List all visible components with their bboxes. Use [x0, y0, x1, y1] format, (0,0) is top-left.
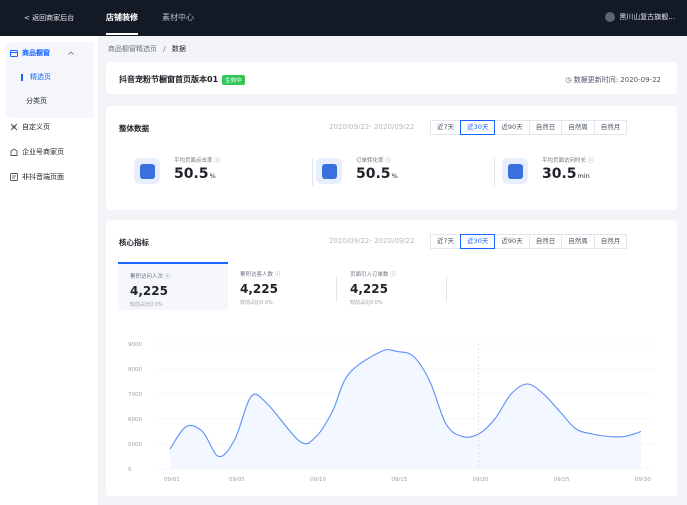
shop-account[interactable]: 黑川山复古旗舰... [605, 12, 675, 22]
divider [494, 158, 495, 186]
range-month-button[interactable]: 自然月 [593, 120, 628, 135]
range-week-button[interactable]: 自然周 [561, 120, 595, 135]
breadcrumb: 商品橱窗精选页 / 数据 [108, 44, 186, 54]
divider [312, 158, 313, 186]
x-tick-label: 09/05 [229, 477, 245, 483]
sidebar-item-label: 自定义页 [22, 123, 50, 131]
sidebar-item-featured-page[interactable]: 精选页 [26, 72, 51, 82]
x-tick-label: 09/01 [164, 477, 180, 483]
core-metrics-card: 核心指标 2020/09/22- 2020/09/22 近7天 近30天 近90… [106, 220, 677, 496]
sidebar-item-label: 商品橱窗 [22, 49, 50, 57]
y-tick-label: 5000 [128, 442, 142, 448]
top-navbar: < 返回商家后台 店铺装修 素材中心 黑川山复古旗舰... [0, 0, 687, 36]
back-to-merchant-link[interactable]: < 返回商家后台 [24, 13, 74, 23]
range-30d-button[interactable]: 近30天 [460, 234, 496, 249]
sidebar-item-label: 企业号商家页 [22, 148, 64, 156]
x-tick-label: 09/20 [473, 477, 489, 483]
breadcrumb-separator: / [163, 45, 166, 53]
kpi-value: 50.5% [174, 166, 216, 182]
sidebar-item-category-page[interactable]: 分类页 [26, 96, 47, 106]
sidebar-item-non-douyin-page[interactable]: 非抖音端页面 [10, 172, 64, 182]
overview-card: 整体数据 2020/09/22- 2020/09/22 近7天 近30天 近90… [106, 106, 677, 210]
sidebar-item-enterprise-page[interactable]: 企业号商家页 [10, 147, 64, 157]
kpi-conversion-rate: 订单转化率 ⓘ 50.5% [316, 156, 398, 184]
x-tick-label: 09/30 [635, 477, 651, 483]
sidebar-item-custom-page[interactable]: 自定义页 [10, 122, 50, 132]
overview-date-range[interactable]: 2020/09/22- 2020/09/22 [329, 123, 414, 131]
click-rate-icon [134, 158, 160, 184]
y-tick-label: 9000 [128, 342, 142, 348]
shop-name: 黑川山复古旗舰... [619, 13, 675, 21]
custom-layout-icon [10, 123, 18, 131]
y-tick-label: 8000 [128, 367, 142, 373]
page-header-card: 抖音宠粉节橱窗首页版本01 生效中 ◷ 数据更新时间: 2020-09-22 [106, 62, 677, 94]
page-title: 抖音宠粉节橱窗首页版本01 生效中 [119, 74, 245, 85]
y-tick-label: 7000 [128, 392, 142, 398]
breadcrumb-current: 数据 [171, 45, 186, 53]
kpi-value: 30.5min [542, 166, 590, 182]
sidebar-item-showcase[interactable]: 商品橱窗 [10, 48, 74, 58]
range-90d-button[interactable]: 近90天 [494, 120, 530, 135]
update-time: ◷ 数据更新时间: 2020-09-22 [565, 76, 661, 84]
overview-range-selector: 近7天 近30天 近90天 自然日 自然周 自然月 [430, 120, 628, 135]
chevron-up-icon[interactable] [68, 51, 74, 55]
range-7d-button[interactable]: 近7天 [430, 120, 462, 135]
kpi-label: 平均页面访问时长 ⓘ [542, 158, 594, 164]
kpi-label: 平均页面点击率 ⓘ [174, 158, 220, 164]
kpi-visit-duration: 平均页面访问时长 ⓘ 30.5min [502, 156, 593, 184]
page-title-text: 抖音宠粉节橱窗首页版本01 [119, 75, 219, 84]
external-page-icon [10, 173, 18, 181]
kpi-click-rate: 平均页面点击率 ⓘ 50.5% [134, 156, 220, 184]
sidebar: 商品橱窗 精选页 分类页 自定义页 企业号商家页 非抖音端页面 [0, 36, 98, 505]
avatar [605, 12, 616, 22]
breadcrumb-parent[interactable]: 商品橱窗精选页 [108, 45, 157, 53]
kpi-value: 50.5% [356, 166, 398, 182]
status-badge: 生效中 [222, 74, 245, 85]
overview-title: 整体数据 [119, 124, 149, 133]
sidebar-item-label: 非抖音端页面 [22, 173, 64, 181]
x-tick-label: 09/15 [391, 477, 407, 483]
range-day-button[interactable]: 自然日 [528, 120, 563, 135]
series-area [170, 349, 641, 469]
enterprise-icon [10, 148, 18, 156]
y-tick-label: 0 [128, 467, 132, 473]
x-tick-label: 09/10 [310, 477, 326, 483]
x-tick-label: 09/25 [554, 477, 570, 483]
conversion-rate-icon [316, 158, 342, 184]
y-tick-label: 6000 [128, 417, 142, 423]
visit-duration-icon [502, 158, 528, 184]
range-30d-button[interactable]: 近30天 [460, 120, 496, 135]
storefront-icon [10, 50, 18, 57]
trend-chart: 9000 8000 7000 6000 5000 0 09/01 09/05 09/10 09/… [128, 342, 655, 483]
kpi-label: 订单转化率 ⓘ [356, 158, 391, 164]
tab-material-center[interactable]: 素材中心 [162, 12, 194, 23]
tab-store-decoration[interactable]: 店铺装修 [106, 12, 138, 35]
